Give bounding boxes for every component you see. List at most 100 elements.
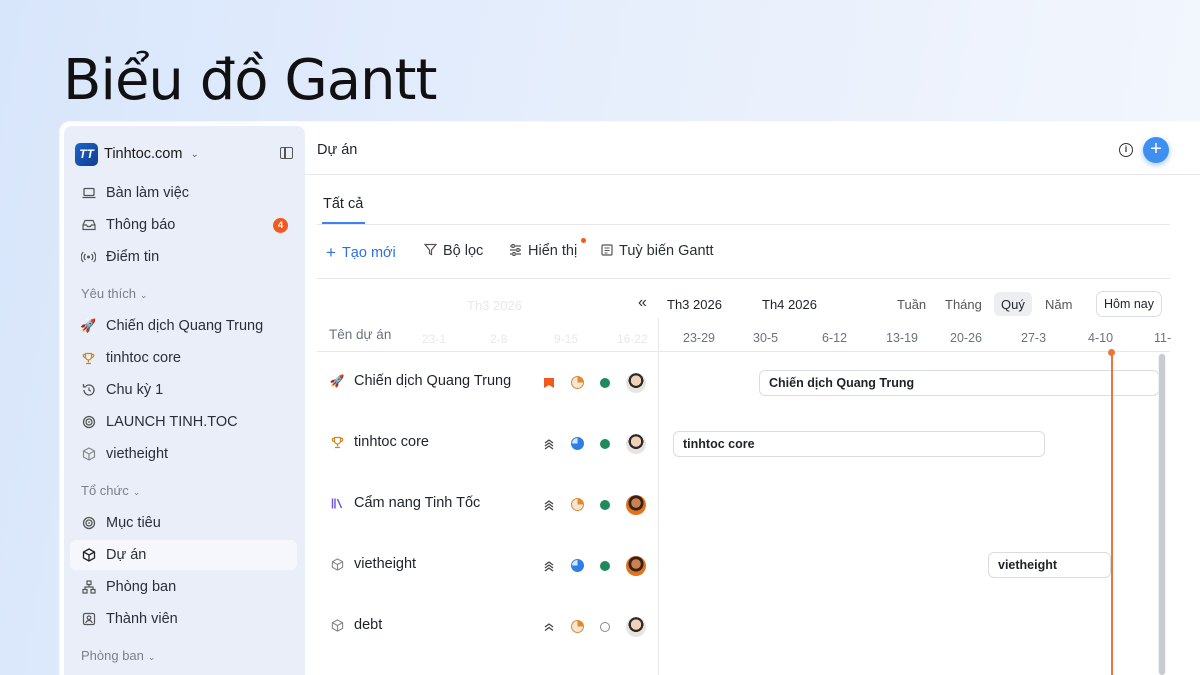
progress-quarter-icon[interactable] (571, 376, 584, 389)
priority-medium-icon[interactable] (543, 621, 555, 633)
sidebar-item-projects[interactable]: Dự án (70, 540, 297, 570)
gantt-bar[interactable]: tinhtoc core (673, 431, 1045, 457)
progress-three-quarter-icon[interactable] (571, 437, 584, 450)
zoom-week-button[interactable]: Tuần (897, 297, 926, 312)
progress-quarter-icon[interactable] (571, 498, 584, 511)
avatar[interactable] (626, 556, 646, 576)
project-name: vietheight (354, 556, 417, 572)
week-label: 27-3 (1021, 331, 1047, 345)
sidebar-item-label: vietheight (106, 446, 169, 462)
week-label: 6-12 (822, 331, 848, 345)
filter-icon (423, 243, 438, 259)
sidebar-item-departments[interactable]: Phòng ban (70, 572, 297, 602)
filter-button[interactable]: Bộ lọc (423, 243, 483, 259)
dept-section-label[interactable]: Phòng ban ⌄ (81, 648, 155, 663)
sidebar-item-members[interactable]: Thành viên (70, 604, 297, 634)
chevron-down-icon: ⌄ (147, 652, 156, 662)
notification-badge: 4 (273, 218, 288, 233)
sidebar-item-fav-vietheight[interactable]: vietheight (70, 439, 297, 469)
project-row-name[interactable]: debt (330, 617, 382, 633)
avatar[interactable] (626, 495, 646, 515)
sidebar-item-label: Mục tiêu (106, 515, 161, 531)
inbox-icon (81, 218, 96, 233)
zoom-year-button[interactable]: Năm (1045, 297, 1072, 312)
sidebar-item-news[interactable]: Điểm tin (70, 242, 297, 272)
chevron-down-icon: ⌄ (132, 487, 141, 497)
display-button[interactable]: Hiển thị (509, 243, 577, 259)
sidebar-item-label: tinhtoc core (106, 350, 181, 366)
sidebar: TT Tinhtoc.com ⌄ Bàn làm việc Thông báo … (64, 126, 305, 675)
scroll-left-icon[interactable]: « (638, 294, 647, 312)
sidebar-item-fav-core[interactable]: tinhtoc core (70, 343, 297, 373)
avatar[interactable] (626, 373, 646, 393)
week-label: 4-10 (1088, 331, 1114, 345)
divider (305, 174, 1200, 175)
sidebar-toggle-icon[interactable] (280, 147, 293, 159)
create-label: Tạo mới (341, 245, 396, 261)
project-row-name[interactable]: 🚀 Chiến dịch Quang Trung (330, 373, 512, 389)
gantt-bar[interactable]: vietheight (988, 552, 1111, 578)
cube-icon (330, 557, 344, 571)
sidebar-item-notifications[interactable]: Thông báo 4 (70, 210, 297, 240)
sidebar-item-label: Thông báo (106, 217, 176, 233)
add-project-button[interactable]: + (1143, 137, 1169, 163)
zoom-month-button[interactable]: Tháng (945, 297, 982, 312)
favorites-section-label[interactable]: Yêu thích ⌄ (81, 286, 147, 301)
priority-high-icon[interactable] (543, 438, 555, 450)
workspace-switcher[interactable]: TT Tinhtoc.com ⌄ (75, 142, 199, 166)
page-hero-title: Biểu đồ Gantt (63, 48, 437, 113)
avatar[interactable] (626, 617, 646, 637)
sidebar-item-fav-campaign[interactable]: 🚀 Chiến dịch Quang Trung (70, 311, 297, 341)
rocket-icon: 🚀 (80, 318, 97, 333)
status-on-track-icon[interactable] (600, 378, 610, 388)
workspace-logo-icon: TT (75, 142, 98, 166)
display-label: Hiển thị (528, 243, 578, 259)
project-row-name[interactable]: vietheight (330, 556, 416, 572)
week-label: 30-5 (753, 331, 779, 345)
info-icon[interactable]: i (1119, 143, 1133, 157)
divider (317, 278, 1170, 279)
progress-quarter-icon[interactable] (571, 620, 584, 633)
today-marker-dot (1108, 349, 1115, 356)
display-indicator-dot (581, 238, 586, 243)
priority-high-icon[interactable] (543, 499, 555, 511)
org-section-label[interactable]: Tổ chức ⌄ (81, 483, 140, 498)
month-label: Th3 2026 (667, 297, 722, 312)
sidebar-item-desk[interactable]: Bàn làm việc (70, 178, 297, 208)
priority-high-icon[interactable] (543, 560, 555, 572)
section-label-text: Phòng ban (81, 648, 144, 663)
create-button[interactable]: + Tạo mới (326, 243, 396, 263)
today-button[interactable]: Hôm nay (1096, 291, 1162, 317)
customize-gantt-button[interactable]: Tuỳ biến Gantt (601, 243, 714, 259)
sidebar-item-goals[interactable]: Mục tiêu (70, 508, 297, 538)
gantt-bar[interactable]: Chiến dịch Quang Trung (759, 370, 1159, 396)
sidebar-item-label: Chu kỳ 1 (106, 382, 164, 398)
divider (317, 351, 1170, 352)
project-row-name[interactable]: Cẩm nang Tinh Tốc (330, 495, 480, 511)
document-icon (601, 243, 613, 259)
avatar[interactable] (626, 434, 646, 454)
section-label-text: Tổ chức (81, 483, 129, 498)
status-on-track-icon[interactable] (600, 561, 610, 571)
status-on-track-icon[interactable] (600, 439, 610, 449)
sidebar-item-fav-cycle[interactable]: Chu kỳ 1 (70, 375, 297, 405)
project-name: Chiến dịch Quang Trung (354, 373, 512, 389)
sidebar-item-label: Điểm tin (106, 249, 160, 265)
project-row-name[interactable]: tinhtoc core (330, 434, 429, 450)
status-none-icon[interactable] (600, 622, 610, 632)
tab-all[interactable]: Tất cả (323, 196, 363, 212)
progress-three-quarter-icon[interactable] (571, 559, 584, 572)
chevron-down-icon: ⌄ (139, 290, 148, 300)
month-label: Th4 2026 (762, 297, 817, 312)
zoom-quarter-button[interactable]: Quý (1001, 297, 1025, 312)
sidebar-item-label: Dự án (106, 547, 147, 563)
sidebar-item-label: LAUNCH TINH.TOC (106, 414, 238, 430)
cycle-icon (81, 383, 96, 398)
vertical-scrollbar-thumb[interactable] (1159, 354, 1165, 675)
column-divider[interactable] (658, 318, 659, 675)
week-label: 11- (1154, 331, 1172, 345)
sidebar-item-fav-launch[interactable]: LAUNCH TINH.TOC (70, 407, 297, 437)
trophy-icon (81, 351, 96, 366)
status-on-track-icon[interactable] (600, 500, 610, 510)
priority-urgent-icon[interactable] (543, 377, 555, 389)
